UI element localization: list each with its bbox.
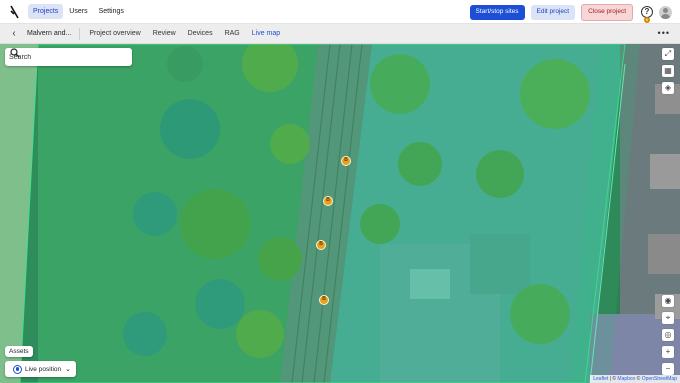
map-search [5, 48, 132, 66]
tab-devices[interactable]: Devices [182, 30, 219, 37]
help-button[interactable]: ? 6 [641, 6, 653, 24]
start-stop-sites-button[interactable]: Start/stop sites [469, 5, 525, 20]
asset-marker[interactable]: B [316, 240, 326, 250]
more-options-icon[interactable]: ••• [658, 28, 670, 38]
project-name[interactable]: Malvern and... [27, 30, 71, 37]
assets-label: Assets [5, 346, 33, 357]
live-position-radio[interactable] [13, 364, 22, 374]
live-position-label: Live position [25, 365, 62, 373]
nav-projects[interactable]: Projects [28, 4, 64, 19]
divider [79, 27, 81, 40]
asset-marker[interactable]: B [319, 295, 329, 305]
tab-review[interactable]: Review [147, 30, 182, 37]
tab-live-map[interactable]: Live map [246, 30, 286, 37]
close-project-button[interactable]: Close project [581, 4, 633, 21]
locate-icon[interactable]: ⌖ [662, 312, 674, 324]
top-actions: Start/stop sites Edit project Close proj… [464, 4, 672, 24]
asset-marker[interactable]: B [341, 156, 351, 166]
eye-icon[interactable]: ◉ [662, 295, 674, 307]
fullscreen-icon[interactable]: ⤢ [662, 48, 674, 60]
reset-view-icon[interactable]: ◎ [662, 329, 674, 341]
osm-link[interactable]: OpenStreetMap [642, 376, 677, 382]
app-logo[interactable] [8, 5, 22, 19]
help-badge: 6 [644, 17, 650, 24]
zoom-in-button[interactable]: + [662, 346, 674, 358]
nav-users[interactable]: Users [64, 4, 92, 19]
user-avatar[interactable] [659, 5, 672, 19]
asset-marker[interactable]: B [323, 196, 333, 206]
search-input[interactable] [9, 53, 109, 61]
tab-project-overview[interactable]: Project overview [83, 30, 146, 37]
live-position-toggle[interactable]: Live position ⌄ [5, 361, 76, 377]
search-icon [10, 48, 20, 58]
project-subnav: ‹ Malvern and... Project overview Review… [0, 24, 680, 44]
map-imagery [0, 44, 680, 383]
tab-rag[interactable]: RAG [219, 30, 246, 37]
nav-settings[interactable]: Settings [94, 4, 129, 19]
edit-project-button[interactable]: Edit project [530, 5, 576, 20]
layers-icon[interactable]: ◈ [662, 82, 674, 94]
mapbox-link[interactable]: Mapbox [617, 376, 635, 382]
chevron-down-icon[interactable]: ⌄ [65, 365, 71, 373]
zoom-out-button[interactable]: − [662, 363, 674, 375]
map-view-icon[interactable]: ▦ [662, 65, 674, 77]
top-bar: Projects Users Settings Start/stop sites… [0, 0, 680, 24]
back-chevron-icon[interactable]: ‹ [6, 28, 22, 39]
leaflet-link[interactable]: Leaflet [593, 376, 608, 382]
live-map[interactable]: ⤢ ▦ ◈ ◉ ⌖ ◎ + − B B B B Assets Live posi… [0, 44, 680, 383]
map-attribution: Leaflet | © Mapbox © OpenStreetMap [590, 375, 680, 383]
